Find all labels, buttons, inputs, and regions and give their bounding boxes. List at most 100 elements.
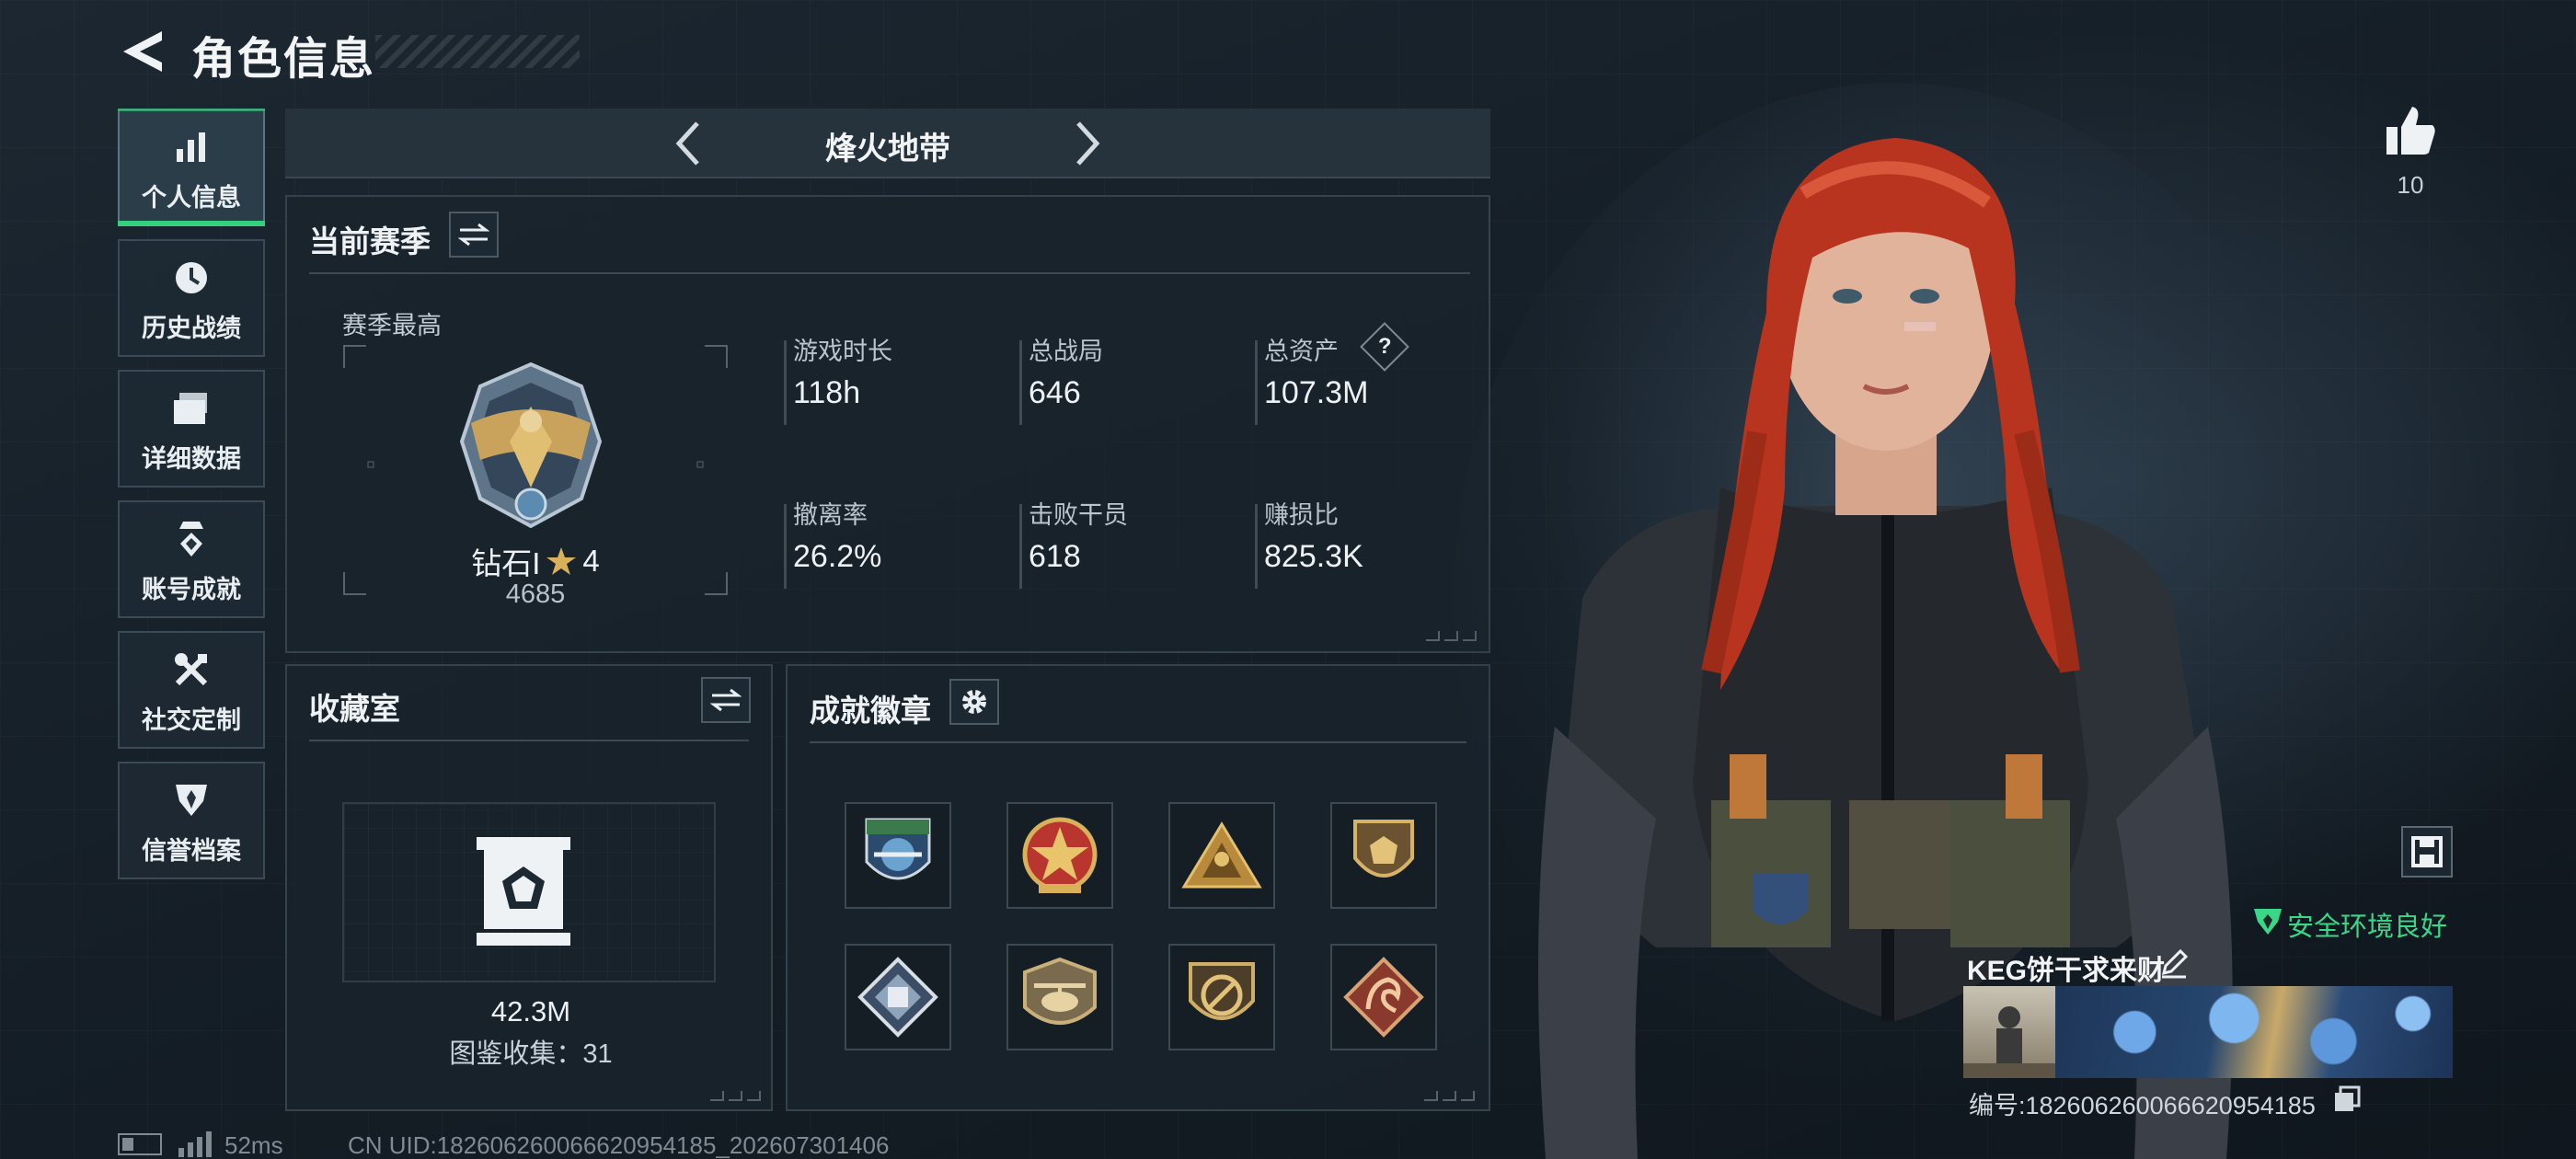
- stat-label: 游戏时长: [793, 338, 892, 365]
- thumbs-up-icon: [2386, 107, 2435, 155]
- nav-item-social[interactable]: 社交定制: [118, 631, 265, 749]
- medal-icon: [170, 518, 213, 560]
- collection-panel: 收藏室 42.3M 图鉴收集：31: [285, 664, 773, 1111]
- likes-count: 10: [2397, 171, 2424, 199]
- player-name: KEG饼干求来财: [1967, 956, 2166, 986]
- stat-value: 618: [1029, 539, 1081, 574]
- back-arrow-icon: [123, 31, 162, 72]
- stat-divider: [1019, 340, 1022, 425]
- vault-icon: [477, 837, 570, 946]
- chevron-right-icon: [1076, 121, 1100, 166]
- stat-label: 总战局: [1029, 338, 1103, 365]
- nav-item-reputation[interactable]: 信誉档案: [118, 762, 265, 879]
- achievements-title: 成就徽章: [810, 694, 931, 728]
- nav-item-detail-data[interactable]: 详细数据: [118, 370, 265, 488]
- battery-icon: [118, 1133, 162, 1155]
- save-button[interactable]: [2401, 826, 2453, 878]
- rank-line: 钻石I 4: [462, 539, 609, 583]
- badge-slot[interactable]: [1168, 944, 1275, 1050]
- collection-value: 42.3M: [490, 995, 571, 1027]
- badge-slot[interactable]: [1006, 944, 1113, 1050]
- stat-value: 26.2%: [793, 539, 882, 574]
- badge-slot[interactable]: [1168, 802, 1275, 909]
- achievements-panel: 成就徽章: [786, 664, 1490, 1111]
- swap-icon: [458, 223, 489, 247]
- edit-name-button[interactable]: [2158, 947, 2190, 979]
- gear-icon: [962, 690, 986, 714]
- silver-diamond-badge-icon: [857, 957, 938, 1038]
- badge-slot[interactable]: [845, 944, 951, 1050]
- red-star-badge-icon: [1022, 817, 1098, 893]
- stat-divider: [784, 504, 787, 589]
- gold-triangle-badge-icon: [1181, 821, 1262, 889]
- nav-item-history[interactable]: 历史战绩: [118, 239, 265, 357]
- season-panel: 当前赛季 赛季最高 钻石I 4 4685 游戏时长 118h 总战局 646 总…: [285, 195, 1490, 653]
- stat-divider: [1019, 504, 1022, 589]
- like-button[interactable]: [2383, 103, 2438, 158]
- collection-title: 收藏室: [309, 692, 400, 726]
- divider: [810, 741, 1466, 743]
- stat-divider: [1255, 340, 1258, 425]
- nav-label: 历史战绩: [142, 315, 241, 342]
- rank-points: 4685: [505, 580, 566, 609]
- stat-label: 撤离率: [793, 501, 868, 529]
- signal-icon: [178, 1131, 212, 1157]
- nav-label: 社交定制: [142, 706, 241, 734]
- nav-item-achievements[interactable]: 账号成就: [118, 500, 265, 618]
- stat-divider: [784, 340, 787, 425]
- copy-icon[interactable]: [2333, 1085, 2361, 1113]
- season-switch-button[interactable]: [449, 212, 499, 258]
- nav-label: 详细数据: [142, 445, 241, 473]
- mode-selector: 烽火地带: [285, 109, 1490, 178]
- shield-icon: [170, 779, 213, 821]
- gold-star-icon: [546, 547, 577, 575]
- help-icon: ?: [1377, 333, 1392, 359]
- stat-label: 总资产: [1264, 338, 1339, 365]
- page-title: 角色信息: [191, 35, 376, 84]
- title-decoration: [375, 35, 580, 68]
- bar-chart-icon: [170, 126, 213, 168]
- collection-preview[interactable]: [342, 802, 716, 982]
- swap-icon: [710, 688, 742, 712]
- nav-label: 账号成就: [142, 576, 241, 603]
- player-id: 编号:18260626006662095418​5: [1969, 1092, 2316, 1119]
- stat-label: 击败干员: [1029, 501, 1128, 529]
- diamond-rank-emblem-icon: [459, 361, 603, 529]
- uid-text: CN UID:18260626006662095418​5_2026073014…: [348, 1131, 890, 1159]
- mode-next-button[interactable]: [1058, 116, 1113, 171]
- corner-marks: [710, 1091, 761, 1101]
- nav-item-personal-info[interactable]: 个人信息: [118, 109, 265, 226]
- ping-text: 52ms: [224, 1131, 283, 1159]
- rank-name: 钻石I: [471, 546, 541, 580]
- collection-switch-button[interactable]: [701, 677, 751, 723]
- gold-shield-badge-icon: [1353, 820, 1414, 878]
- gold-circle-badge-icon: [1189, 962, 1255, 1020]
- avatar-soldier-icon: [1963, 1006, 2055, 1078]
- divider: [309, 272, 1470, 274]
- nav-label: 个人信息: [142, 184, 241, 212]
- flower-banner-art: [2055, 986, 2453, 1078]
- player-avatar: [1963, 986, 2055, 1078]
- safety-shield-icon: [2254, 909, 2282, 935]
- tools-icon: [170, 648, 213, 691]
- badge-slot[interactable]: [1006, 802, 1113, 909]
- achievements-settings-button[interactable]: [949, 679, 999, 725]
- save-icon: [2411, 836, 2443, 867]
- mode-name: 烽火地带: [825, 132, 950, 166]
- season-title: 当前赛季: [309, 224, 431, 258]
- folder-icon: [170, 387, 213, 430]
- blue-wing-badge-icon: [865, 818, 931, 880]
- badge-slot[interactable]: [845, 802, 951, 909]
- safety-status: 安全环境良好: [2287, 912, 2448, 942]
- name-card-banner[interactable]: [1963, 986, 2453, 1078]
- stat-divider: [1255, 504, 1258, 589]
- season-best-label: 赛季最高: [342, 312, 442, 339]
- rank-stars: 4: [582, 544, 600, 578]
- nav-label: 信誉档案: [142, 837, 241, 865]
- asset-help-button[interactable]: ?: [1360, 322, 1409, 372]
- stat-label: 赚损比: [1264, 501, 1339, 529]
- divider: [309, 740, 749, 741]
- back-button[interactable]: [118, 28, 167, 75]
- helicopter-badge-icon: [1023, 957, 1097, 1025]
- history-clock-icon: [170, 257, 213, 299]
